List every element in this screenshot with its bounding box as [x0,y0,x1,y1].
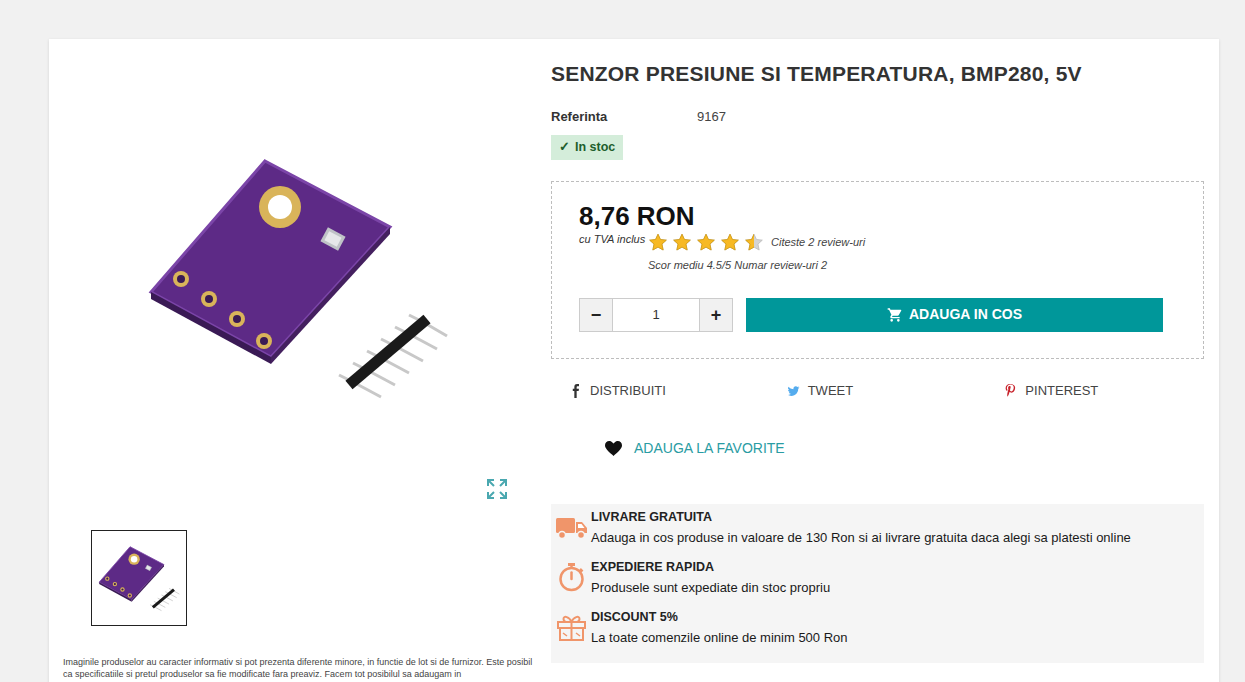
benefit-item: EXPEDIERE RAPIDA Produsele sunt expediate… [551,557,1204,607]
add-to-cart-label: ADAUGA IN COS [909,304,1022,325]
purchase-row: − + ADAUGA IN COS [579,298,1163,332]
rating-summary: Scor mediu 4.5/5 Numar review-uri 2 [648,257,865,274]
share-pinterest-button[interactable]: PINTEREST [986,383,1204,400]
star-fill [720,233,740,252]
increase-button[interactable]: + [700,299,732,331]
benefit-title: LIVRARE GRATUITA [591,509,1131,525]
star-icon [648,233,668,252]
star-fill [672,233,692,252]
benefit-title: DISCOUNT 5% [591,609,848,625]
product-title: SENZOR PRESIUNE SI TEMPERATURA, BMP280, … [551,61,1204,87]
thumbnail-list [63,530,533,626]
truck-icon [551,507,591,542]
price: 8,76 RON [579,201,1163,232]
check-icon: ✓ [559,138,570,157]
stock-badge: ✓ In stoc [551,135,623,160]
facebook-icon [569,384,582,398]
twitter-icon [787,384,800,398]
benefit-text: La toate comenzile online de minim 500 R… [591,630,848,647]
share-label: PINTEREST [1025,383,1098,400]
star-fill [696,233,716,252]
gallery: Imaginile produselor au caracter informa… [49,39,551,682]
benefit-item: LIVRARE GRATUITA Adauga in cos produse in… [551,507,1204,557]
product-image[interactable] [63,39,533,514]
tax-rating-row: cu TVA inclus Citeste 2 review-uri Scor … [579,232,1163,274]
reference-value: 9167 [697,109,726,126]
star-icon [672,233,692,252]
share-facebook-button[interactable]: DISTRIBUITI [551,383,769,400]
share-row: DISTRIBUITI TWEET PINTEREST [551,383,1204,400]
star-rating [648,233,764,252]
share-label: TWEET [808,383,854,400]
stopwatch-icon [551,557,591,592]
benefit-body: DISCOUNT 5% La toate comenzile online de … [591,607,848,647]
rating: Citeste 2 review-uri Scor mediu 4.5/5 Nu… [648,232,865,274]
stock-label: In stoc [575,138,615,157]
star-fill [648,233,668,252]
product-info: SENZOR PRESIUNE SI TEMPERATURA, BMP280, … [551,39,1219,682]
benefit-body: EXPEDIERE RAPIDA Produsele sunt expediate… [591,557,830,597]
benefits-box: LIVRARE GRATUITA Adauga in cos produse in… [551,504,1204,663]
sensor-board-image [143,149,453,404]
expand-icon[interactable] [486,476,508,498]
quantity-control: − + [579,298,733,332]
disclaimer: Imaginile produselor au caracter informa… [63,657,533,680]
benefit-title: EXPEDIERE RAPIDA [591,559,830,575]
reference-label: Referinta [551,109,697,126]
reference-row: Referinta 9167 [551,109,1204,126]
star-icon [720,233,740,252]
pinterest-icon [1004,384,1017,398]
heart-icon [605,441,622,456]
benefit-text: Produsele sunt expediate din stoc propri… [591,580,830,597]
star-icon [744,233,764,252]
price-box: 8,76 RON cu TVA inclus Citeste 2 review-… [551,181,1204,359]
add-to-cart-button[interactable]: ADAUGA IN COS [746,298,1163,332]
benefit-body: LIVRARE GRATUITA Adauga in cos produse in… [591,507,1131,547]
gift-icon [551,607,591,642]
star-icon [696,233,716,252]
share-twitter-button[interactable]: TWEET [769,383,987,400]
product-card: Imaginile produselor au caracter informa… [49,39,1219,682]
favorite-label: ADAUGA LA FAVORITE [634,439,785,457]
thumbnail[interactable] [91,530,187,626]
star-fill [744,233,754,252]
quantity-input[interactable] [612,299,700,331]
reviews-link[interactable]: Citeste 2 review-uri [771,234,865,251]
share-label: DISTRIBUITI [590,383,666,400]
favorite-button[interactable]: ADAUGA LA FAVORITE [551,439,1204,457]
decrease-button[interactable]: − [580,299,612,331]
cart-icon [887,307,903,323]
benefit-text: Adauga in cos produse in valoare de 130 … [591,530,1131,547]
tax-note: cu TVA inclus [579,232,648,246]
benefit-item: DISCOUNT 5% La toate comenzile online de … [551,607,1204,657]
